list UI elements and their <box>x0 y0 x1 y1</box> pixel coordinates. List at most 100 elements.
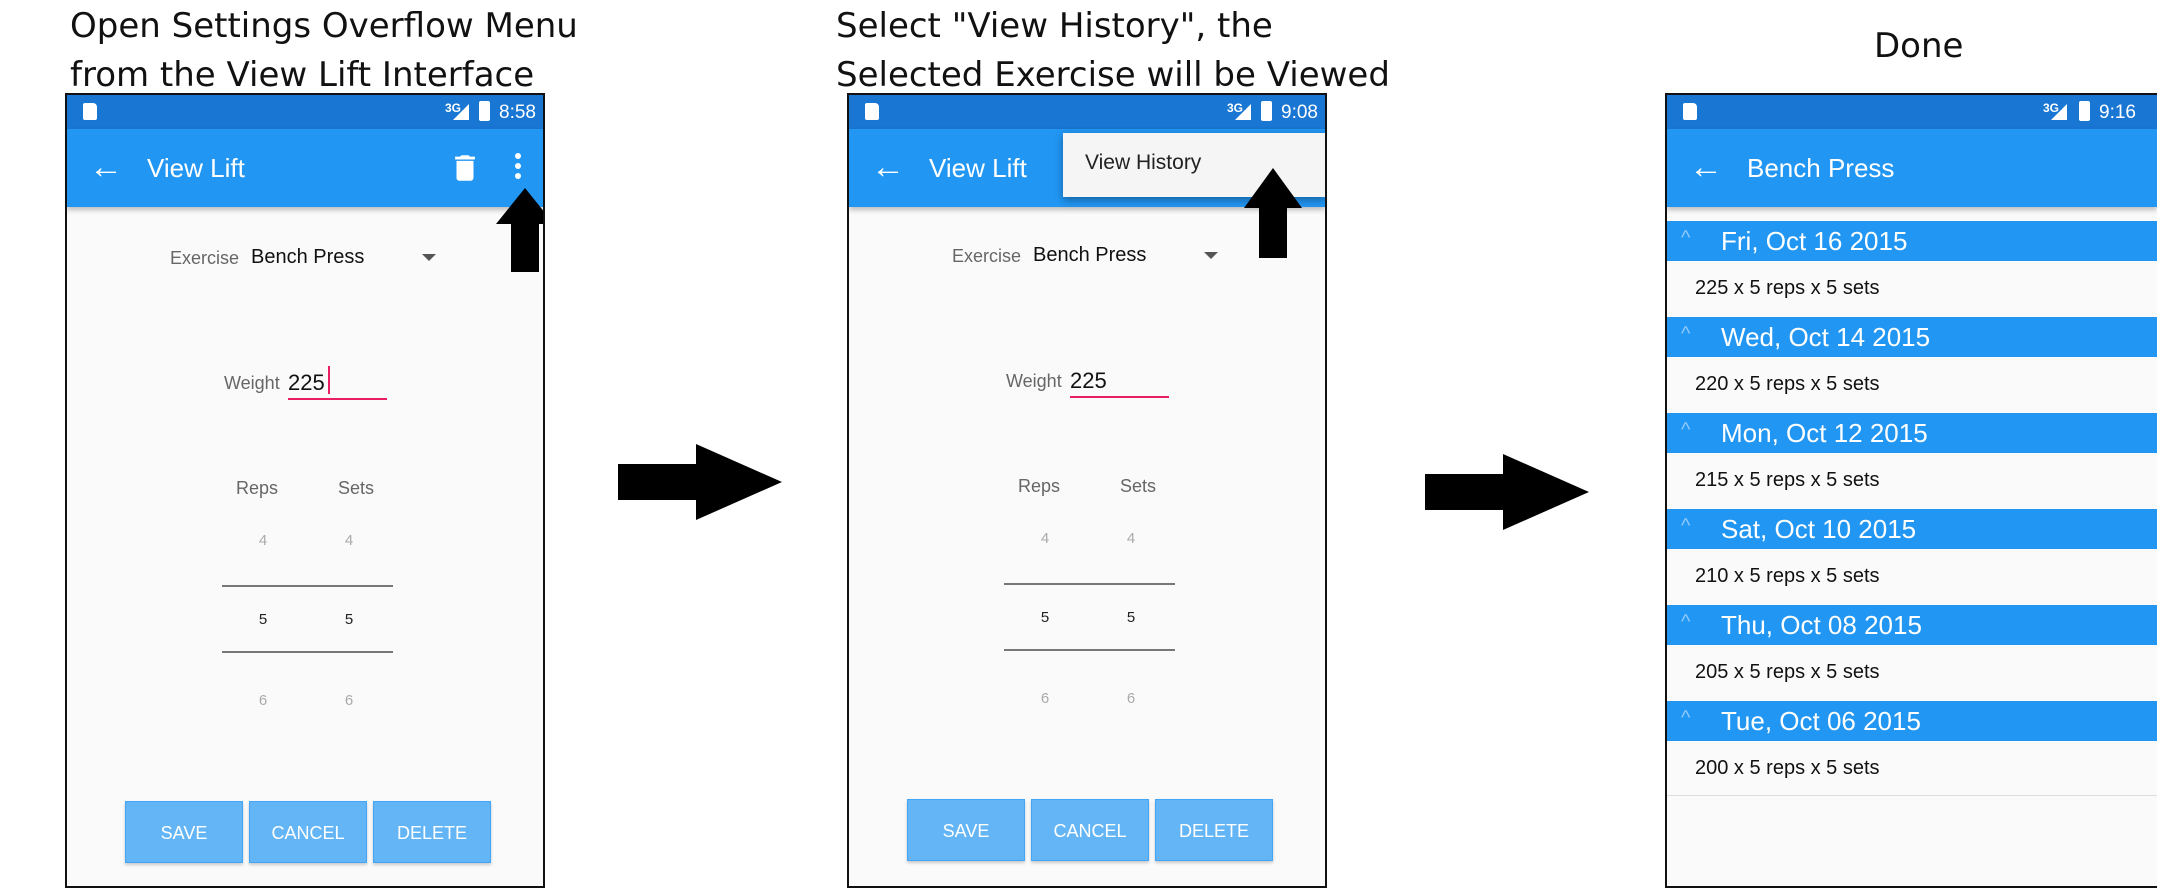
history-entry[interactable]: 225 x 5 reps x 5 sets <box>1695 277 1880 300</box>
status-time: 9:08 <box>1281 102 1318 123</box>
chevron-up-icon: ^ <box>1681 611 1691 633</box>
history-date-header[interactable]: ^ Fri, Oct 16 2015 <box>1667 221 2157 261</box>
flow-arrow-right-icon <box>1425 454 1589 530</box>
history-entry[interactable]: 200 x 5 reps x 5 sets <box>1695 757 1880 780</box>
battery-icon <box>479 101 490 121</box>
history-entry[interactable]: 220 x 5 reps x 5 sets <box>1695 373 1880 396</box>
chevron-down-icon[interactable] <box>1204 252 1218 259</box>
cancel-button[interactable]: CANCEL <box>1031 799 1149 861</box>
weight-input[interactable]: 225 <box>288 370 325 396</box>
history-entry[interactable]: 210 x 5 reps x 5 sets <box>1695 565 1880 588</box>
sets-label: Sets <box>338 478 375 498</box>
history-date: Thu, Oct 08 2015 <box>1721 610 1922 640</box>
weight-underline <box>288 398 387 400</box>
pointer-arrow-up-icon <box>1244 168 1302 258</box>
chevron-up-icon: ^ <box>1681 419 1691 441</box>
weight-label: Weight <box>1006 371 1062 391</box>
chevron-up-icon: ^ <box>1681 227 1691 249</box>
cancel-button[interactable]: CANCEL <box>249 801 367 863</box>
status-time: 8:58 <box>499 102 536 123</box>
step3-caption: Done <box>1874 26 1964 66</box>
exercise-spinner[interactable]: Bench Press <box>251 246 364 269</box>
more-vert-icon[interactable] <box>508 150 528 186</box>
exercise-spinner[interactable]: Bench Press <box>1033 244 1146 267</box>
battery-icon <box>2079 101 2090 121</box>
page-title: View Lift <box>929 153 1027 183</box>
arrow-left-icon[interactable]: ← <box>89 147 123 187</box>
screen-view-lift: 3G 8:58 ← View Lift Exercise Bench Press… <box>65 93 545 888</box>
chevron-down-icon[interactable] <box>422 254 436 261</box>
screen-history: 3G 9:16 ← Bench Press ^ Fri, Oct 16 2015 2… <box>1665 93 2157 888</box>
signal-icon <box>1235 104 1251 120</box>
picker-divider <box>1004 649 1175 651</box>
text-cursor <box>328 366 330 394</box>
trash-icon[interactable] <box>448 151 482 185</box>
sets-prev-value[interactable]: 4 <box>1121 530 1141 547</box>
sets-label: Sets <box>1120 476 1157 496</box>
history-date: Wed, Oct 14 2015 <box>1721 322 1931 352</box>
history-date: Mon, Oct 12 2015 <box>1721 418 1928 448</box>
exercise-label: Exercise <box>170 248 240 268</box>
sets-next-value[interactable]: 6 <box>1121 690 1141 707</box>
status-time: 9:16 <box>2099 102 2136 123</box>
history-date-header[interactable]: ^ Tue, Oct 06 2015 <box>1667 701 2157 741</box>
reps-label: Reps <box>236 478 279 498</box>
history-date-header[interactable]: ^ Thu, Oct 08 2015 <box>1667 605 2157 645</box>
step1-caption-line1: Open Settings Overflow Menu <box>70 6 578 46</box>
status-bar: 3G 8:58 <box>67 95 543 129</box>
history-date: Sat, Oct 10 2015 <box>1721 514 1917 544</box>
status-bar: 3G 9:08 <box>849 95 1325 129</box>
chevron-up-icon: ^ <box>1681 515 1691 537</box>
app-bar: ← Bench Press <box>1667 129 2157 207</box>
delete-button[interactable]: DELETE <box>1155 799 1273 861</box>
reps-next-value[interactable]: 6 <box>1035 690 1055 707</box>
reps-prev-value[interactable]: 4 <box>253 532 273 549</box>
flow-arrow-right-icon <box>618 444 782 520</box>
page-title: View Lift <box>147 153 245 183</box>
sets-next-value[interactable]: 6 <box>339 692 359 709</box>
sd-card-icon <box>83 103 97 120</box>
screen-view-lift-menu: 3G 9:08 ← View Lift View History Exercis… <box>847 93 1327 888</box>
reps-next-value[interactable]: 6 <box>253 692 273 709</box>
history-date: Tue, Oct 06 2015 <box>1721 706 1921 736</box>
chevron-up-icon: ^ <box>1681 323 1691 345</box>
step2-caption: Select "View History", the Selected Exer… <box>836 2 1390 100</box>
save-button[interactable]: SAVE <box>907 799 1025 861</box>
history-date: Fri, Oct 16 2015 <box>1721 226 1908 256</box>
sets-current-value[interactable]: 5 <box>339 611 359 628</box>
battery-icon <box>1261 101 1272 121</box>
reps-label: Reps <box>1018 476 1061 496</box>
weight-underline <box>1070 396 1169 398</box>
reps-current-value[interactable]: 5 <box>1035 609 1055 626</box>
weight-label: Weight <box>224 373 280 393</box>
reps-current-value[interactable]: 5 <box>253 611 273 628</box>
signal-icon <box>453 104 469 120</box>
history-date-header[interactable]: ^ Wed, Oct 14 2015 <box>1667 317 2157 357</box>
sd-card-icon <box>1683 103 1697 120</box>
exercise-label: Exercise <box>952 246 1022 266</box>
history-entry[interactable]: 215 x 5 reps x 5 sets <box>1695 469 1880 492</box>
history-date-header[interactable]: ^ Mon, Oct 12 2015 <box>1667 413 2157 453</box>
picker-divider <box>1004 583 1175 585</box>
app-bar: ← View Lift <box>67 129 543 207</box>
picker-divider <box>222 585 393 587</box>
history-entry[interactable]: 205 x 5 reps x 5 sets <box>1695 661 1880 684</box>
menu-item-view-history[interactable]: View History <box>1085 151 1201 175</box>
picker-divider <box>222 651 393 653</box>
arrow-left-icon[interactable]: ← <box>871 147 905 187</box>
page-title: Bench Press <box>1747 153 1895 183</box>
chevron-up-icon: ^ <box>1681 707 1691 729</box>
save-button[interactable]: SAVE <box>125 801 243 863</box>
step1-caption: Open Settings Overflow Menu from the Vie… <box>70 2 578 100</box>
sets-prev-value[interactable]: 4 <box>339 532 359 549</box>
pointer-arrow-up-icon <box>496 188 543 272</box>
arrow-left-icon[interactable]: ← <box>1689 147 1723 187</box>
signal-icon <box>2051 104 2067 120</box>
step2-caption-line1: Select "View History", the <box>836 6 1273 46</box>
delete-button[interactable]: DELETE <box>373 801 491 863</box>
reps-prev-value[interactable]: 4 <box>1035 530 1055 547</box>
weight-input[interactable]: 225 <box>1070 368 1107 394</box>
sets-current-value[interactable]: 5 <box>1121 609 1141 626</box>
status-bar: 3G 9:16 <box>1667 95 2157 129</box>
history-date-header[interactable]: ^ Sat, Oct 10 2015 <box>1667 509 2157 549</box>
